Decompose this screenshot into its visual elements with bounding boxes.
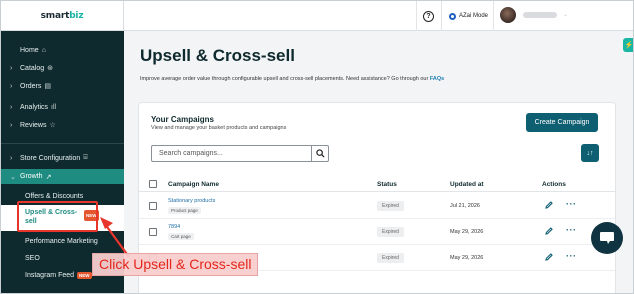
search-placeholder: Search campaigns... [159, 150, 223, 157]
sidebar-item-label: Performance Marketing [25, 237, 98, 245]
logo-text-accent: biz [69, 10, 84, 21]
chevron-down-icon: ⌄ [10, 173, 16, 181]
faq-link[interactable]: FAQs [430, 76, 444, 82]
home-icon: ⌂ [41, 46, 46, 54]
edit-pencil-icon[interactable] [544, 200, 554, 210]
top-header: ? AZai Mode ⌄ [124, 1, 633, 31]
create-campaign-button[interactable]: Create Campaign [526, 113, 598, 132]
page-description: Improve average order value through conf… [140, 76, 444, 82]
more-options-icon[interactable]: ··· [566, 252, 577, 261]
chevron-right-icon: › [10, 154, 13, 162]
campaigns-title: Your Campaigns [151, 115, 214, 124]
campaigns-subtitle: View and manage your basket products and… [151, 125, 287, 131]
star-icon: ☆ [49, 122, 56, 129]
sidebar-item-label: Reviews [20, 121, 47, 129]
orders-icon: ▤ [44, 83, 52, 90]
chevron-down-icon: ⌄ [563, 12, 569, 18]
more-options-icon[interactable]: ··· [566, 200, 577, 209]
edit-pencil-icon[interactable] [544, 252, 554, 262]
campaign-name-link[interactable]: Stationary products [168, 198, 215, 204]
table-row: Stationary products Product page Expired… [139, 193, 615, 219]
sidebar-item-label: Home [20, 46, 39, 54]
sort-arrows-icon: ↓↑ [586, 149, 594, 157]
chevron-right-icon: › [10, 121, 13, 129]
select-all-checkbox[interactable] [149, 180, 157, 188]
column-header-status: Status [377, 181, 397, 188]
search-input[interactable]: Search campaigns... [151, 145, 329, 162]
column-header-actions: Actions [542, 181, 566, 188]
user-name-redacted [523, 12, 557, 18]
help-button[interactable]: ? [416, 1, 440, 31]
sidebar: smartbiz Home ⌂ › Catalog ⊛ › Orders ▤ ›… [1, 1, 124, 293]
azai-icon [449, 12, 456, 20]
azai-mode-toggle[interactable]: AZai Mode [441, 1, 494, 31]
status-badge: Expired [377, 253, 404, 263]
column-header-updated: Updated at [450, 181, 484, 188]
sort-button[interactable]: ↓↑ [581, 144, 599, 162]
placement-tag: Cart page [168, 233, 194, 240]
sparkle-icon: ⚡ [624, 42, 634, 49]
sidebar-item-analytics[interactable]: › Analytics ıll [1, 100, 124, 114]
sidebar-item-performance-marketing[interactable]: Performance Marketing [1, 234, 124, 248]
store-icon: ⌸ [83, 154, 88, 161]
catalog-icon: ⊛ [47, 65, 54, 72]
chat-bubble-icon [600, 232, 614, 244]
sidebar-item-label: Instagram Feed [25, 271, 75, 279]
sidebar-item-label: Orders [20, 82, 42, 90]
logo-text-main: smart [40, 10, 70, 21]
updated-date: Jul 21, 2026 [450, 203, 480, 209]
sidebar-item-reviews[interactable]: › Reviews ☆ [1, 118, 124, 132]
chevron-right-icon: › [10, 64, 13, 72]
edit-pencil-icon[interactable] [544, 226, 554, 236]
sidebar-item-catalog[interactable]: › Catalog ⊛ [1, 61, 124, 75]
question-circle-icon: ? [423, 10, 434, 22]
column-header-name: Campaign Name [168, 181, 219, 188]
table-header: Campaign Name Status Updated at Actions [139, 177, 615, 192]
sidebar-item-label: Analytics [20, 103, 49, 111]
search-icon [315, 149, 325, 158]
sidebar-item-growth[interactable]: ⌄ Growth ↗ [1, 169, 124, 184]
avatar [500, 7, 516, 23]
logo[interactable]: smartbiz [1, 1, 124, 31]
chat-button[interactable] [591, 222, 623, 254]
more-options-icon[interactable]: ··· [566, 226, 577, 235]
sidebar-item-label: Store Configuration [20, 154, 81, 162]
azai-mode-label: AZai Mode [459, 13, 489, 19]
status-badge: Expired [377, 227, 404, 237]
sidebar-item-label: Growth [20, 173, 43, 180]
row-checkbox[interactable] [149, 228, 157, 236]
highlight-box [17, 201, 98, 232]
page-description-text: Improve average order value through conf… [140, 76, 430, 82]
status-badge: Expired [377, 201, 404, 211]
sidebar-item-label: SEO [25, 254, 40, 262]
sidebar-item-home[interactable]: Home ⌂ [1, 43, 124, 57]
sidebar-item-store-configuration[interactable]: › Store Configuration ⌸ [1, 151, 124, 165]
ai-assistant-tab[interactable]: ⚡ [623, 38, 634, 52]
tutorial-annotation: Click Upsell & Cross-sell [92, 253, 259, 276]
table-row: 7894 Cart page Expired May 29, 2026 ··· [139, 219, 615, 245]
analytics-icon: ıll [51, 103, 57, 111]
page-title: Upsell & Cross-sell [140, 46, 295, 65]
sidebar-item-label: Catalog [20, 64, 45, 72]
chevron-right-icon: › [10, 103, 13, 111]
user-menu[interactable]: ⌄ [500, 7, 569, 23]
chevron-right-icon: › [10, 82, 13, 90]
growth-icon: ↗ [45, 173, 52, 181]
sidebar-divider [1, 143, 124, 144]
row-checkbox[interactable] [149, 202, 157, 210]
placement-tag: Product page [168, 207, 201, 214]
campaign-name-link[interactable]: 7894 [168, 224, 180, 230]
updated-date: May 29, 2026 [450, 229, 484, 235]
sidebar-item-orders[interactable]: › Orders ▤ [1, 79, 124, 93]
new-badge: NEW [77, 271, 92, 279]
sidebar-item-label: Offers & Discounts [25, 192, 84, 200]
search-button[interactable] [311, 146, 328, 161]
app-window: smartbiz Home ⌂ › Catalog ⊛ › Orders ▤ ›… [0, 0, 634, 294]
updated-date: May 29, 2026 [450, 255, 484, 261]
